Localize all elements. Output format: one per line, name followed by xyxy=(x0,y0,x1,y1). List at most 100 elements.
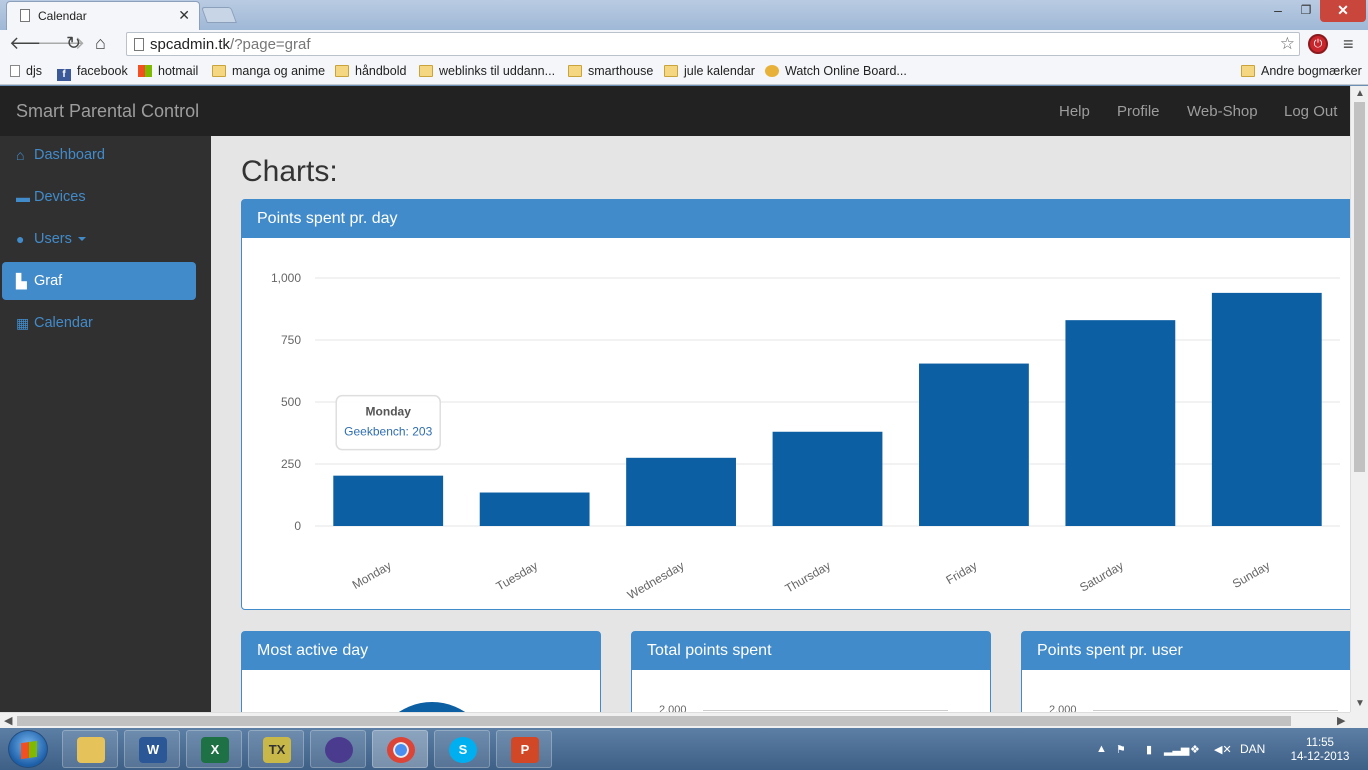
chart-bar[interactable] xyxy=(1065,320,1176,526)
y-tick-label: 500 xyxy=(281,395,301,409)
menu-icon[interactable]: ≡ xyxy=(1343,34,1354,55)
sidebar-item-calendar[interactable]: ▦ Calendar xyxy=(2,304,196,342)
horizontal-scrollbar[interactable]: ◀ ▶ xyxy=(0,712,1350,728)
gridline xyxy=(1093,710,1338,711)
page-icon xyxy=(10,65,20,77)
skype-icon: S xyxy=(449,737,477,763)
extension-icon[interactable]: ⏻ xyxy=(1308,34,1328,54)
nav-web-shop[interactable]: Web-Shop xyxy=(1187,103,1258,120)
close-tab-icon[interactable]: ✕ xyxy=(178,7,190,24)
clock[interactable]: 11:55 14-12-2013 xyxy=(1284,736,1356,764)
show-hidden-icons[interactable]: ▲ xyxy=(1096,743,1107,755)
bookmark-star-icon[interactable]: ☆ xyxy=(1280,34,1295,54)
chart-bar[interactable] xyxy=(1211,292,1322,526)
bookmark-folder[interactable]: manga og anime xyxy=(212,64,325,78)
windows-icon xyxy=(21,740,37,760)
points-per-user-panel: Points spent pr. user 2,000 xyxy=(1021,631,1350,712)
nav-help[interactable]: Help xyxy=(1059,103,1090,120)
close-window-button[interactable]: ✕ xyxy=(1320,0,1366,22)
language-indicator[interactable]: DAN xyxy=(1240,742,1265,756)
word-icon: W xyxy=(139,737,167,763)
scroll-down-icon[interactable]: ▼ xyxy=(1355,698,1365,709)
y-tick-label: 1,000 xyxy=(271,271,301,285)
bookmarks-bar: djs f facebook hotmail manga og anime hån… xyxy=(0,58,1368,85)
bookmark-folder[interactable]: weblinks til uddann... xyxy=(419,64,555,78)
taskbar-eclipse[interactable] xyxy=(310,730,366,768)
browser-tab[interactable]: Calendar ✕ xyxy=(6,1,200,30)
page-icon xyxy=(134,38,144,51)
x-tick-label: Thursday xyxy=(783,558,833,595)
panel-heading: Points spent pr. day xyxy=(242,200,1350,238)
folder-icon xyxy=(335,65,349,77)
home-icon[interactable]: ⌂ xyxy=(95,33,106,54)
sidebar-item-devices[interactable]: ▬ Devices xyxy=(2,178,196,216)
chart-bar[interactable] xyxy=(333,475,444,526)
bookmark-item[interactable]: hotmail xyxy=(138,64,198,78)
taskbar-excel[interactable]: X xyxy=(186,730,242,768)
bookmark-folder[interactable]: håndbold xyxy=(335,64,406,78)
nav-profile[interactable]: Profile xyxy=(1117,103,1160,120)
scroll-left-icon[interactable]: ◀ xyxy=(4,714,12,727)
scroll-thumb[interactable] xyxy=(1354,102,1365,472)
nav-log-out[interactable]: Log Out xyxy=(1284,103,1337,120)
taskbar-chrome[interactable] xyxy=(372,730,428,768)
clock-date: 14-12-2013 xyxy=(1290,751,1350,763)
texmaker-icon: TX xyxy=(263,737,291,763)
folder-icon xyxy=(419,65,433,77)
new-tab-button[interactable] xyxy=(201,7,237,23)
reload-icon[interactable]: ↻ xyxy=(66,33,81,54)
battery-icon[interactable]: ▮ xyxy=(1146,743,1152,756)
y-tick-label: 250 xyxy=(281,457,301,471)
board-icon xyxy=(765,65,779,77)
scroll-right-icon[interactable]: ▶ xyxy=(1337,714,1345,727)
points-per-day-panel: Points spent pr. day 0 250 500 750 1,000 Mond… xyxy=(241,199,1350,610)
bookmark-item[interactable]: Watch Online Board... xyxy=(765,64,907,78)
folder-icon xyxy=(212,65,226,77)
url-host: spcadmin.tk xyxy=(150,36,231,53)
bookmark-item[interactable]: f facebook xyxy=(57,64,128,81)
tab-title: Calendar xyxy=(38,9,87,23)
taskbar-word[interactable]: W xyxy=(124,730,180,768)
taskbar-powerpoint[interactable]: P xyxy=(496,730,552,768)
bookmark-item[interactable]: djs xyxy=(10,64,42,78)
taskbar: W X TX S P ▲ ⚑ ▮ ▂▃▅ ❖ ◀✕ DAN 11:55 14-1… xyxy=(0,728,1368,770)
tooltip-title: Monday xyxy=(366,405,412,419)
sidebar-item-users[interactable]: ● Users xyxy=(2,220,196,258)
chart-bar[interactable] xyxy=(772,431,883,526)
taskbar-texmaker[interactable]: TX xyxy=(248,730,304,768)
caret-down-icon xyxy=(77,237,86,241)
user-icon: ● xyxy=(16,231,25,247)
chart-bar[interactable] xyxy=(479,492,590,526)
bar-chart: 0 250 500 750 1,000 Monday Tuesday Wednesday Thu… xyxy=(271,271,1340,602)
sidebar-item-graf[interactable]: ▙ Graf xyxy=(2,262,196,300)
folder-icon xyxy=(664,65,678,77)
panel-heading: Total points spent xyxy=(632,632,990,670)
scrollbar-corner xyxy=(1350,712,1368,728)
scroll-thumb[interactable] xyxy=(17,716,1291,726)
page-title: Charts: xyxy=(241,155,338,188)
flag-icon[interactable]: ⚑ xyxy=(1116,743,1126,756)
x-tick-label: Tuesday xyxy=(494,558,540,593)
bookmark-folder[interactable]: jule kalendar xyxy=(664,64,755,78)
signal-icon[interactable]: ▂▃▅ xyxy=(1164,743,1189,756)
taskbar-skype[interactable]: S xyxy=(434,730,490,768)
sidebar-item-dashboard[interactable]: ⌂ Dashboard xyxy=(2,136,196,174)
chart-bar[interactable] xyxy=(919,363,1029,526)
start-button[interactable] xyxy=(8,730,48,768)
vertical-scrollbar[interactable]: ▲ ▼ xyxy=(1350,86,1368,712)
taskbar-explorer[interactable] xyxy=(62,730,118,768)
eclipse-icon xyxy=(325,737,353,763)
bookmark-folder[interactable]: smarthouse xyxy=(568,64,653,78)
minimize-button[interactable]: – xyxy=(1264,0,1292,22)
y-tick-label: 2,000 xyxy=(659,704,687,712)
other-bookmarks[interactable]: Andre bogmærker xyxy=(1241,64,1362,78)
address-bar[interactable]: spcadmin.tk/?page=graf ☆ xyxy=(126,32,1300,56)
dropbox-icon[interactable]: ❖ xyxy=(1190,743,1200,756)
chrome-icon xyxy=(387,737,415,763)
y-tick-label: 2,000 xyxy=(1049,704,1077,712)
restore-button[interactable]: ❐ xyxy=(1292,0,1320,22)
brand[interactable]: Smart Parental Control xyxy=(16,101,199,122)
chart-bar[interactable] xyxy=(626,457,736,526)
volume-muted-icon[interactable]: ◀✕ xyxy=(1214,743,1232,756)
scroll-up-icon[interactable]: ▲ xyxy=(1355,88,1365,99)
